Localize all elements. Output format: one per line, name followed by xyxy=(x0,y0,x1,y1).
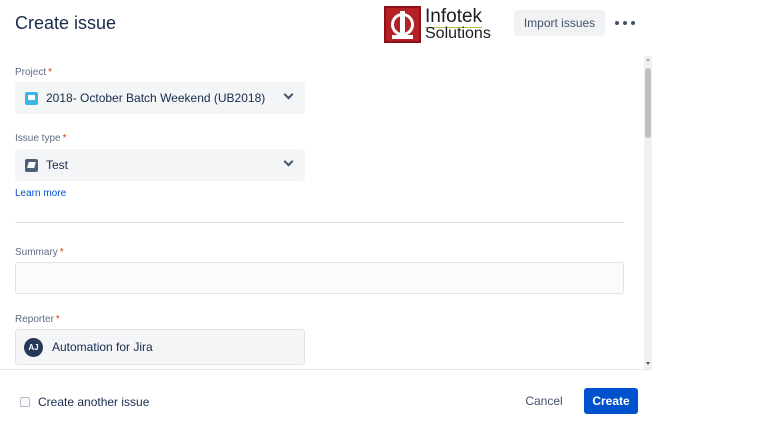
issue-type-select[interactable]: Test xyxy=(15,149,305,181)
dialog-title: Create issue xyxy=(15,13,117,33)
project-select[interactable]: 2018- October Batch Weekend (UB2018) xyxy=(15,82,305,114)
reporter-select[interactable]: AJ Automation for Jira xyxy=(15,329,305,365)
form-scroll-area: Project * 2018- October Batch Weekend (UB… xyxy=(0,56,652,369)
section-divider xyxy=(15,222,624,223)
dialog-footer: Create another issue Cancel Create xyxy=(0,369,652,432)
summary-input[interactable] xyxy=(15,262,624,294)
create-another-label[interactable]: Create another issue xyxy=(38,395,149,409)
scroll-down-icon[interactable] xyxy=(646,362,650,365)
company-logo: Infotek Solutions xyxy=(384,5,491,43)
reporter-select-value: Automation for Jira xyxy=(52,340,153,354)
issue-type-select-value: Test xyxy=(46,158,69,172)
create-button[interactable]: Create xyxy=(584,388,638,414)
learn-more-link[interactable]: Learn more xyxy=(15,188,66,199)
import-issues-button[interactable]: Import issues xyxy=(514,10,605,36)
chevron-down-icon xyxy=(283,89,294,100)
scrollbar-thumb[interactable] xyxy=(645,68,651,138)
project-select-value: 2018- October Batch Weekend (UB2018) xyxy=(46,91,266,105)
project-avatar-icon xyxy=(25,91,38,105)
more-horizontal-icon[interactable] xyxy=(615,13,635,33)
logo-mark-icon xyxy=(384,6,421,43)
summary-label: Summary * xyxy=(15,247,64,258)
avatar: AJ xyxy=(24,337,43,357)
create-another-checkbox[interactable] xyxy=(20,397,30,407)
issue-type-label: Issue type * xyxy=(15,133,67,144)
form-scrollbar[interactable] xyxy=(644,56,652,369)
scroll-up-icon[interactable] xyxy=(646,58,650,61)
chevron-down-icon xyxy=(283,156,294,167)
create-issue-dialog: Create issue Infotek Solutions Import is… xyxy=(0,0,652,432)
logo-line-2: Solutions xyxy=(425,24,491,42)
project-label: Project * xyxy=(15,67,53,78)
reporter-label: Reporter * xyxy=(15,314,60,325)
cancel-button[interactable]: Cancel xyxy=(515,388,573,414)
test-issue-icon xyxy=(25,158,38,172)
